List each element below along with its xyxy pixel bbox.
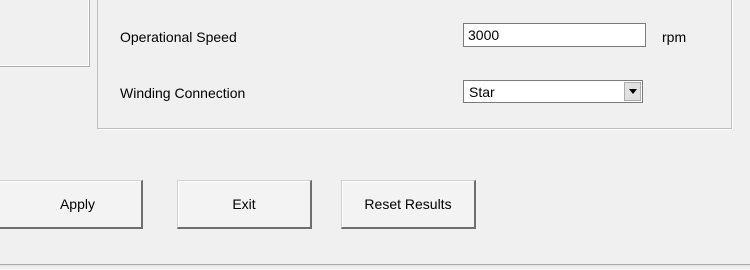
winding-connection-label: Winding Connection: [120, 85, 246, 101]
window-bottom-edge: [0, 265, 750, 270]
chevron-down-icon: [629, 89, 637, 94]
reset-results-button[interactable]: Reset Results: [341, 180, 476, 229]
exit-button[interactable]: Exit: [177, 180, 312, 229]
apply-button-label: Apply: [59, 196, 95, 212]
parameters-group: [97, 0, 732, 129]
operational-speed-input[interactable]: 3000: [463, 23, 646, 47]
speed-unit-label: rpm: [662, 29, 687, 45]
operational-speed-label: Operational Speed: [120, 29, 237, 45]
winding-connection-select[interactable]: Star: [463, 80, 643, 103]
reset-results-button-label: Reset Results: [364, 196, 452, 212]
left-panel: [0, 0, 90, 67]
exit-button-label: Exit: [232, 196, 256, 212]
dialog-window: Operational Speed 3000 rpm Winding Conne…: [0, 0, 750, 265]
dropdown-button[interactable]: [624, 82, 641, 101]
winding-connection-selected: Star: [469, 84, 495, 100]
operational-speed-value: 3000: [468, 27, 500, 43]
apply-button[interactable]: Apply: [0, 180, 143, 229]
